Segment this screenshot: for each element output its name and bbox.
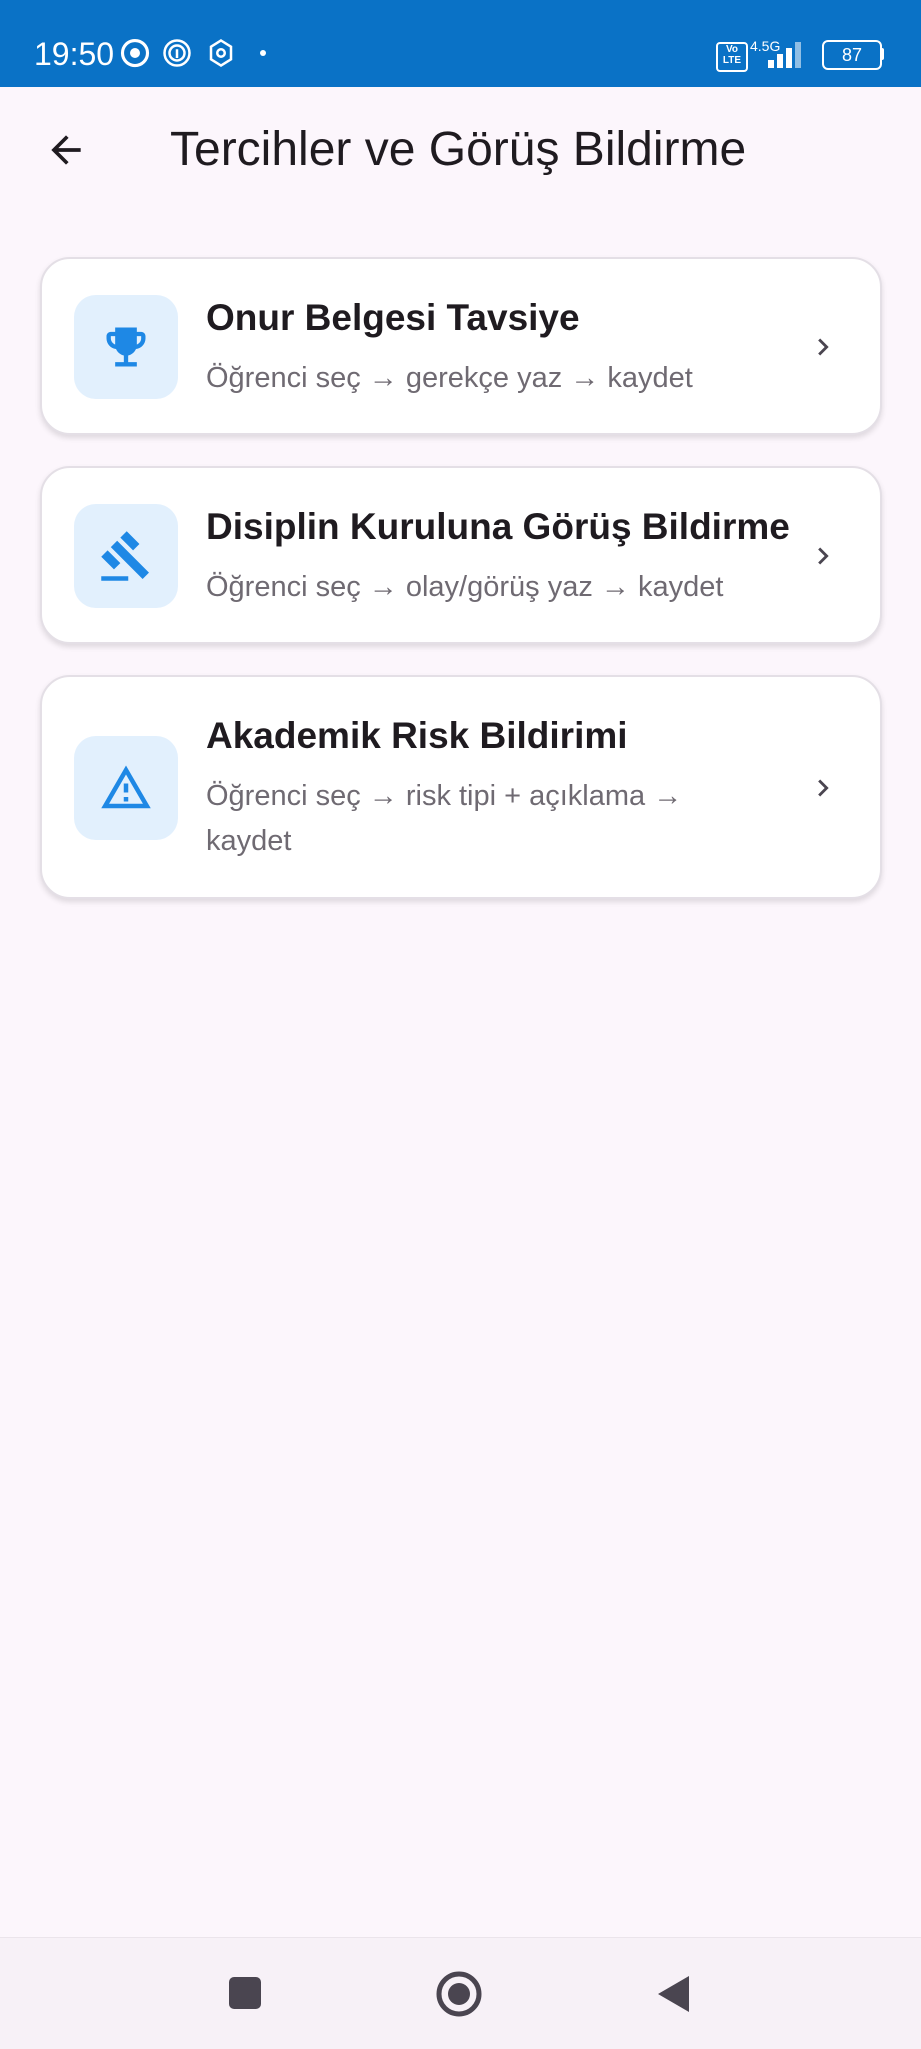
- card-akademik-risk[interactable]: Akademik Risk Bildirimi Öğrenci seç → ri…: [40, 675, 882, 899]
- card-title: Onur Belgesi Tavsiye: [206, 297, 580, 338]
- circle-icon: [436, 1971, 482, 2017]
- triangle-back-icon: [658, 1976, 689, 2012]
- status-time: 19:50: [34, 36, 115, 72]
- chevron-right-icon: [818, 338, 829, 356]
- chevron-right-icon: [818, 547, 829, 565]
- back-arrow-button[interactable]: [34, 118, 98, 182]
- trophy-icon: [106, 327, 146, 367]
- chrome-icon: [120, 38, 150, 68]
- card-title: Akademik Risk Bildirimi: [206, 715, 628, 756]
- back-button[interactable]: [655, 1974, 691, 2014]
- arrow-back-icon: [51, 135, 81, 165]
- recents-button[interactable]: [228, 1976, 262, 2010]
- page-title: Tercihler ve Görüş Bildirme: [170, 123, 747, 176]
- openai-icon: [209, 39, 233, 67]
- card-title: Disiplin Kuruluna Görüş Bildirme: [206, 506, 790, 547]
- card-icon-tile: [74, 736, 178, 840]
- home-button[interactable]: [435, 1970, 483, 2018]
- chevron-right-icon: [818, 779, 829, 797]
- square-icon: [229, 1977, 261, 2009]
- battery-tip: [880, 48, 884, 60]
- card-subtitle: Öğrenci seç → gerekçe yaz → kaydet: [206, 362, 693, 394]
- gavel-icon: [101, 531, 149, 581]
- system-nav-bar: [0, 1937, 921, 2049]
- card-onur-belgesi[interactable]: Onur Belgesi Tavsiye Öğrenci seç → gerek…: [40, 257, 882, 435]
- battery-icon: 87: [822, 40, 882, 70]
- volte-icon: Vo LTE: [716, 42, 748, 72]
- card-disiplin-kurulu[interactable]: Disiplin Kuruluna Görüş Bildirme Öğrenci…: [40, 466, 882, 644]
- card-icon-tile: [74, 295, 178, 399]
- signal-icon: [768, 42, 801, 68]
- card-subtitle: Öğrenci seç → olay/görüş yaz → kaydet: [206, 571, 724, 603]
- warning-icon: [101, 765, 151, 809]
- card-subtitle: Öğrenci seç → risk tipi + açıklama → kay…: [206, 780, 683, 857]
- fingerprint-icon: [163, 39, 191, 67]
- card-icon-tile: [74, 504, 178, 608]
- status-bar: 19:50 Vo LTE 4.5G 87: [0, 0, 921, 87]
- notification-dot: [260, 50, 266, 56]
